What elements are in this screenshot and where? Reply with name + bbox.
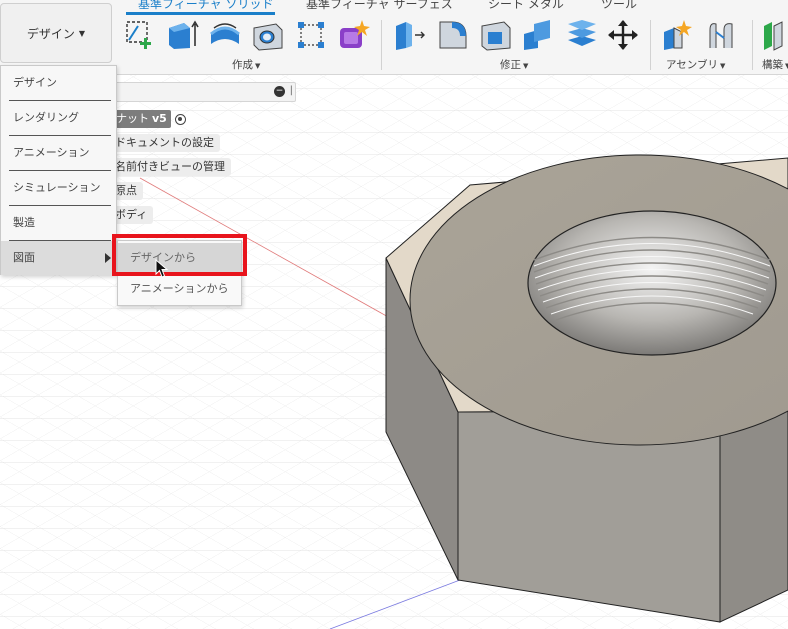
tab-tools[interactable]: ツール <box>601 0 637 12</box>
browser-item-bodies[interactable]: ボディ <box>112 206 154 224</box>
press-pull-icon[interactable] <box>392 18 426 52</box>
shell-icon[interactable] <box>478 18 512 52</box>
assemble-group-menu[interactable]: アセンブリ ▼ <box>666 57 725 72</box>
menu-item-simulation[interactable]: シミュレーション <box>1 171 116 205</box>
menu-item-manufacture[interactable]: 製造 <box>1 206 116 240</box>
create-sketch-icon[interactable] <box>124 18 158 52</box>
mouse-cursor-icon <box>155 259 169 278</box>
chevron-down-icon: ▼ <box>523 62 529 70</box>
move-icon[interactable] <box>606 18 640 52</box>
menu-item-drawing[interactable]: 図面 <box>1 241 116 275</box>
joint-icon[interactable] <box>704 18 738 52</box>
combine-icon[interactable] <box>520 18 554 52</box>
workspace-switcher-button[interactable]: デザイン ▼ <box>0 3 112 63</box>
menu-item-animation[interactable]: アニメーション <box>1 136 116 170</box>
modify-group-menu[interactable]: 修正 ▼ <box>500 57 528 72</box>
tab-sheet-metal[interactable]: シート メタル <box>488 0 564 12</box>
construct-group-menu[interactable]: 構築 ▼ <box>762 57 788 72</box>
pattern-icon[interactable] <box>294 18 328 52</box>
offset-face-icon[interactable] <box>564 18 598 52</box>
active-component-radio-icon[interactable] <box>174 113 186 125</box>
new-component-icon[interactable] <box>660 18 694 52</box>
submenu-item-from-animation[interactable]: アニメーションから <box>118 274 241 304</box>
highlight-annotation-box <box>112 234 247 276</box>
active-tab-indicator <box>126 12 275 15</box>
create-group-label: 作成 <box>232 59 253 71</box>
fillet-icon[interactable] <box>436 18 470 52</box>
chevron-down-icon: ▼ <box>255 62 261 70</box>
menu-item-design[interactable]: デザイン <box>1 66 116 100</box>
hole-icon[interactable] <box>250 18 284 52</box>
workspace-label: デザイン <box>26 26 75 41</box>
pin-icon[interactable]: | <box>290 85 293 96</box>
revolve-icon[interactable] <box>208 18 242 52</box>
assemble-group-label: アセンブリ <box>666 59 718 71</box>
root-version: v5 <box>152 112 167 125</box>
toolbar-divider <box>752 20 753 70</box>
menu-item-render[interactable]: レンダリング <box>1 101 116 135</box>
workspace-dropdown-menu: デザイン レンダリング アニメーション シミュレーション 製造 図面 <box>0 65 117 275</box>
collapse-icon[interactable]: − <box>274 86 285 97</box>
tab-solid[interactable]: 基準フィーチャ ソリッド <box>138 0 273 12</box>
hex-nut-model[interactable] <box>385 154 788 623</box>
browser-item-named-views[interactable]: 名前付きビューの管理 <box>112 158 231 176</box>
chevron-down-icon: ▼ <box>78 28 86 38</box>
offset-plane-icon[interactable] <box>760 18 788 52</box>
construct-group-label: 構築 <box>762 59 783 71</box>
chevron-down-icon: ▼ <box>719 62 726 70</box>
browser-header[interactable]: − | <box>112 82 296 102</box>
modify-group-label: 修正 <box>500 59 521 71</box>
menu-item-drawing-label: 図面 <box>13 251 35 264</box>
browser-item-document-settings[interactable]: ドキュメントの設定 <box>112 134 220 152</box>
ribbon-toolbar: デザイン ▼ 基準フィーチャ ソリッド 基準フィーチャ サーフェス シート メタ… <box>0 0 788 75</box>
create-form-icon[interactable] <box>336 18 370 52</box>
root-component-name: ナット <box>116 112 149 125</box>
tab-surface[interactable]: 基準フィーチャ サーフェス <box>306 0 453 12</box>
toolbar-divider <box>381 20 382 70</box>
extrude-icon[interactable] <box>166 18 200 52</box>
toolbar-divider <box>650 20 651 70</box>
create-group-menu[interactable]: 作成 ▼ <box>232 57 260 72</box>
browser-root-node[interactable]: ナット v5 <box>112 110 186 128</box>
submenu-arrow-icon <box>105 253 111 263</box>
